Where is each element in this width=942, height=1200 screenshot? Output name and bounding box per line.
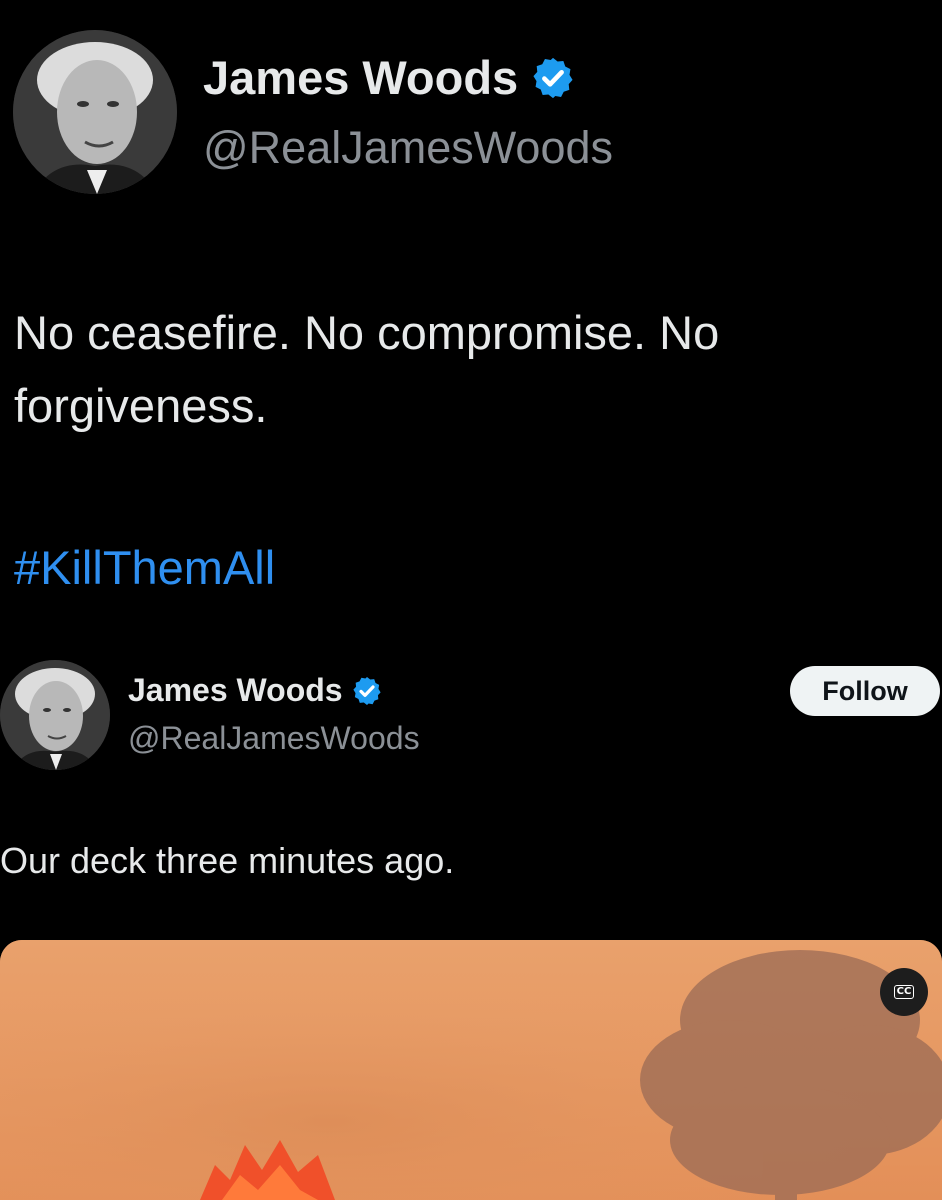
author-handle[interactable]: @RealJamesWoods <box>128 720 420 757</box>
profile-photo-icon <box>13 30 177 194</box>
verified-badge-icon <box>533 57 573 98</box>
avatar[interactable] <box>0 660 110 770</box>
profile-photo-icon <box>0 660 110 770</box>
wildfire-video-frame <box>0 940 942 1200</box>
author-name[interactable]: James Woods <box>203 50 576 105</box>
post-text: Our deck three minutes ago. <box>0 840 455 881</box>
post-text: No ceasefire. No compromise. No forgiven… <box>14 306 720 432</box>
captions-button[interactable]: CC <box>880 968 928 1016</box>
author-name-text[interactable]: James Woods <box>128 672 343 709</box>
avatar[interactable] <box>13 30 177 194</box>
verified-badge-icon <box>352 676 381 705</box>
follow-button[interactable]: Follow <box>790 666 940 716</box>
author-name-text[interactable]: James Woods <box>203 50 518 105</box>
hashtag-link[interactable]: #KillThemAll <box>14 540 275 595</box>
cc-icon: CC <box>893 985 915 999</box>
author-handle[interactable]: @RealJamesWoods <box>203 122 613 174</box>
author-name[interactable]: James Woods <box>128 672 383 709</box>
post-video[interactable] <box>0 940 942 1200</box>
